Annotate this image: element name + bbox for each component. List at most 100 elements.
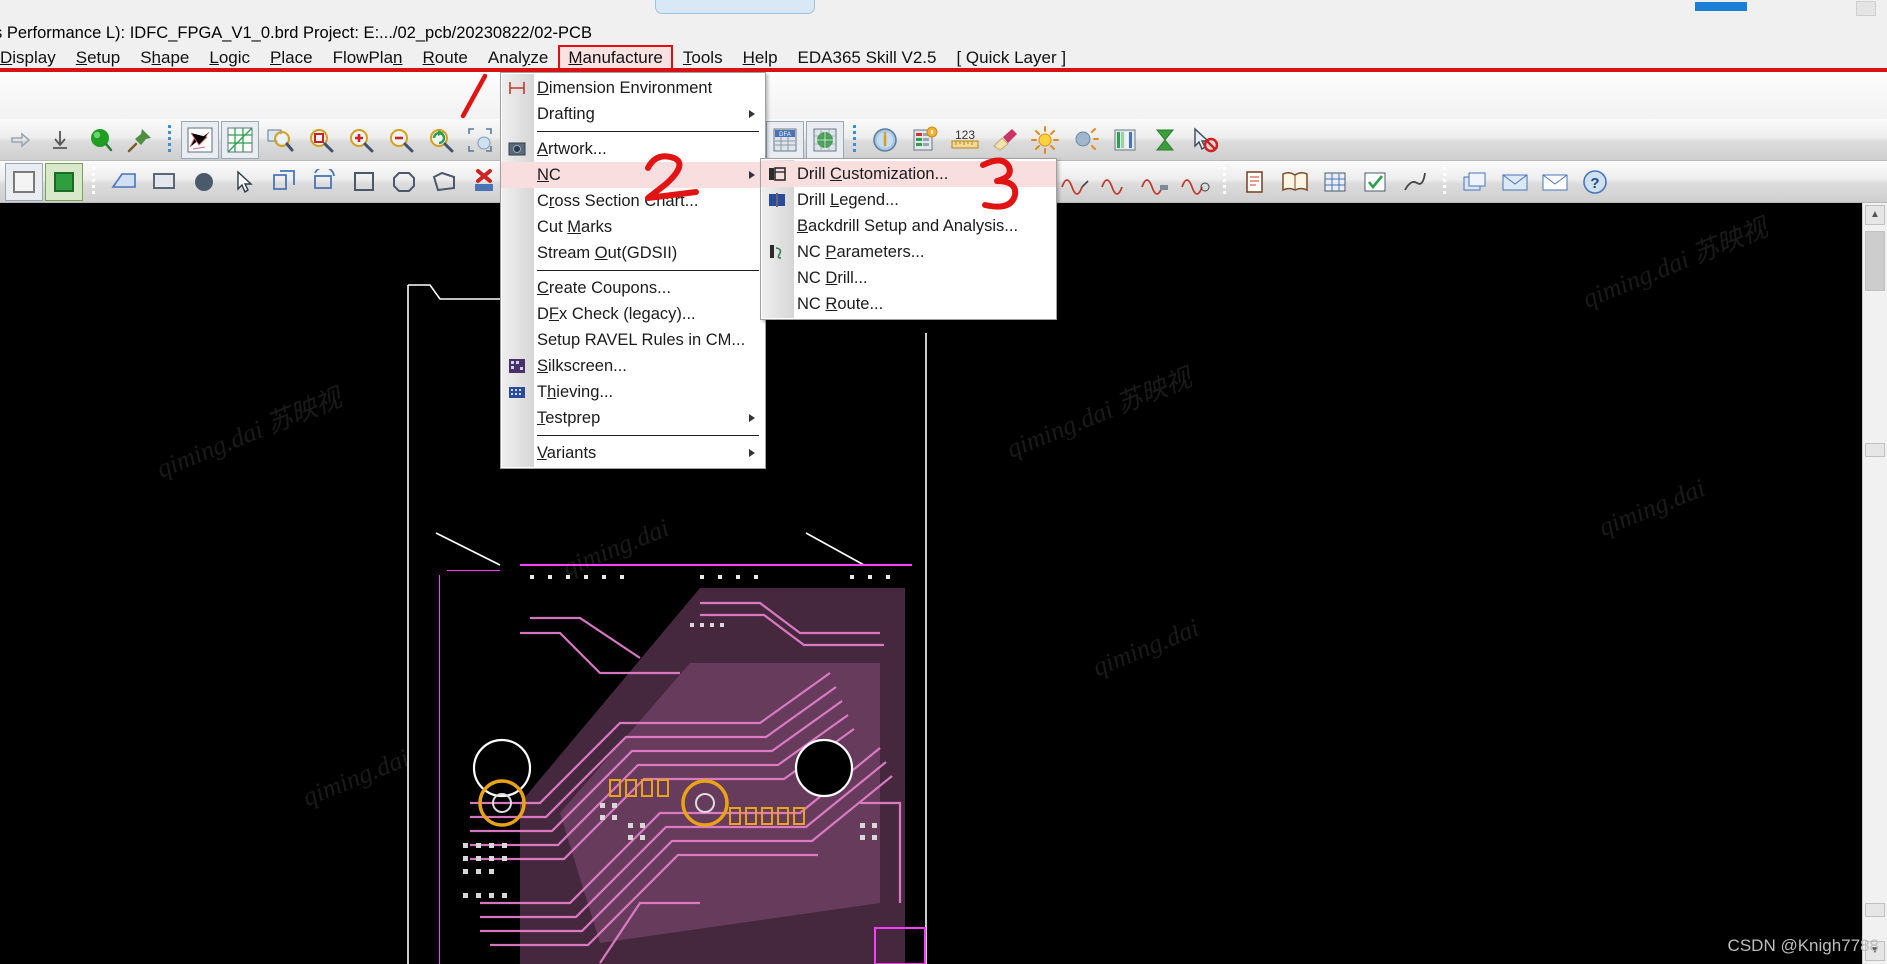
polygon-icon[interactable] [425,163,463,201]
menubar-item-place[interactable]: Place [260,45,323,70]
menu-item-label: Stream Out(GDSII) [537,243,678,262]
menu-item-label: Setup RAVEL Rules in CM... [537,330,746,349]
download-icon[interactable] [41,121,79,159]
pen-icon[interactable] [1396,163,1434,201]
menubar-item-flowplan[interactable]: FlowPlan [323,45,413,70]
envelope-icon[interactable] [1536,163,1574,201]
submenu-item-nc-route[interactable]: NC Route... [761,291,1056,317]
menu-item-setup-ravel-rules-in-cm[interactable]: Setup RAVEL Rules in CM... [501,327,765,353]
book-icon[interactable] [1276,163,1314,201]
copy-shape-icon[interactable] [265,163,303,201]
hourglass-icon[interactable] [1146,121,1184,159]
menubar-item-help[interactable]: Help [733,45,788,70]
zoom-area-icon[interactable] [301,121,339,159]
right-canvas-area[interactable]: qiming.dai 苏映视 qiming.dai [1556,203,1887,964]
zone-icon[interactable] [105,163,143,201]
menubar-item-analyze[interactable]: Analyze [478,45,559,70]
rect-icon[interactable] [5,162,43,201]
octagon-icon[interactable] [385,163,423,201]
table-icon[interactable] [1316,163,1354,201]
circle-icon[interactable] [185,163,223,201]
report-icon[interactable] [906,121,944,159]
cursor-icon[interactable] [225,163,263,201]
help-icon[interactable]: ? [1576,163,1614,201]
menu-item-cut-marks[interactable]: Cut Marks [501,214,765,240]
menu-item-label: DFx Check (legacy)... [537,304,696,323]
toolbar-row-1 [0,72,1887,119]
pin-icon[interactable] [121,121,159,159]
mail-icon[interactable] [1496,163,1534,201]
zoom-refresh-icon[interactable] [421,121,459,159]
waveform4-icon[interactable] [1176,163,1214,201]
menu-item-dimension-environment[interactable]: Dimension Environment [501,75,765,101]
menubar-item-shape[interactable]: Shape [130,45,199,70]
world-grid-icon[interactable] [806,120,844,159]
menu-item-stream-out-gdsii[interactable]: Stream Out(GDSII) [501,240,765,266]
dfa-table-icon[interactable]: DFA [766,120,804,159]
submenu-item-drill-legend[interactable]: Drill Legend... [761,187,1056,213]
nc-submenu[interactable]: Drill Customization... Drill Legend... Bac… [760,158,1057,320]
sun-icon[interactable] [1026,121,1064,159]
menubar-item-route[interactable]: Route [413,45,478,70]
submenu-item-nc-drill[interactable]: NC Drill... [761,265,1056,291]
submenu-item-label: Drill Legend... [797,190,899,209]
zoom-fit-icon[interactable] [261,121,299,159]
doc-icon[interactable] [1236,163,1274,201]
submenu-item-drill-customization[interactable]: Drill Customization... [761,161,1056,187]
menu-item-drafting[interactable]: Drafting [501,101,765,127]
layers-icon[interactable] [1456,163,1494,201]
menu-item-dfx-check-legacy[interactable]: DFx Check (legacy)... [501,301,765,327]
shade-icon[interactable] [1066,121,1104,159]
delete-icon[interactable] [465,163,503,201]
zoom-out-icon[interactable] [381,121,419,159]
rotate-icon[interactable] [305,163,343,201]
scroll-marker-1[interactable] [1865,443,1885,457]
menu-item-thieving[interactable]: Thieving... [501,379,765,405]
submenu-item-nc-parameters[interactable]: NC Parameters... [761,239,1056,265]
menu-item-artwork[interactable]: Artwork... [501,136,765,162]
scroll-up-button[interactable]: ▲ [1865,205,1885,225]
check-icon[interactable] [1356,163,1394,201]
zoom-select-icon[interactable] [461,121,499,159]
cursor-block-icon[interactable] [1186,121,1224,159]
green-sphere-icon[interactable] [81,121,119,159]
menu-item-cross-section-chart[interactable]: Cross Section Chart... [501,188,765,214]
scroll-marker-2[interactable] [1865,903,1885,917]
menubar-item-setup[interactable]: Setup [66,45,130,70]
menu-item-nc[interactable]: NC [501,162,765,188]
waveform1-icon[interactable] [1056,163,1094,201]
menubar-extra-0[interactable]: EDA365 Skill V2.5 [788,46,947,70]
vertical-scrollbar[interactable]: ▲ ▼ [1862,203,1887,964]
square-icon[interactable] [345,163,383,201]
menubar-item-logic[interactable]: Logic [199,45,260,70]
menu-item-testprep[interactable]: Testprep [501,405,765,431]
zoom-in-icon[interactable] [341,121,379,159]
silkscreen-icon [505,355,529,377]
rect2-icon[interactable] [145,163,183,201]
toolbar-separator [1220,166,1230,197]
shape-green-icon[interactable] [45,162,83,201]
measure-123-icon[interactable]: 123 [946,121,984,159]
submenu-item-backdrill-setup-and-analysis[interactable]: Backdrill Setup and Analysis... [761,213,1056,239]
waveform2-icon[interactable] [1096,163,1134,201]
menubar-item-tools[interactable]: Tools [673,45,733,70]
color-bars-icon[interactable] [1106,121,1144,159]
scroll-thumb[interactable] [1865,231,1885,291]
title-right-button[interactable] [1856,1,1876,16]
menubar-extra-1[interactable]: [ Quick Layer ] [946,46,1076,70]
ratsnest-icon[interactable] [181,120,219,159]
menu-item-create-coupons[interactable]: Create Coupons... [501,275,765,301]
manufacture-dropdown-menu[interactable]: Dimension Environment Drafting Artwork... N… [500,72,766,469]
submenu-item-label: Drill Customization... [797,164,949,183]
info-icon[interactable] [866,121,904,159]
menu-item-silkscreen[interactable]: Silkscreen... [501,353,765,379]
menu-item-variants[interactable]: Variants [501,440,765,466]
arrow-right-icon[interactable] [1,121,39,159]
waveform3-icon[interactable] [1136,163,1174,201]
toolbar-separator [165,124,175,155]
menubar-item-display[interactable]: Display [0,45,66,70]
title-tab-pill[interactable] [655,0,815,14]
highlight-icon[interactable] [986,121,1024,159]
menubar-item-manufacture[interactable]: Manufacture [558,45,673,70]
grid-icon[interactable] [221,120,259,159]
